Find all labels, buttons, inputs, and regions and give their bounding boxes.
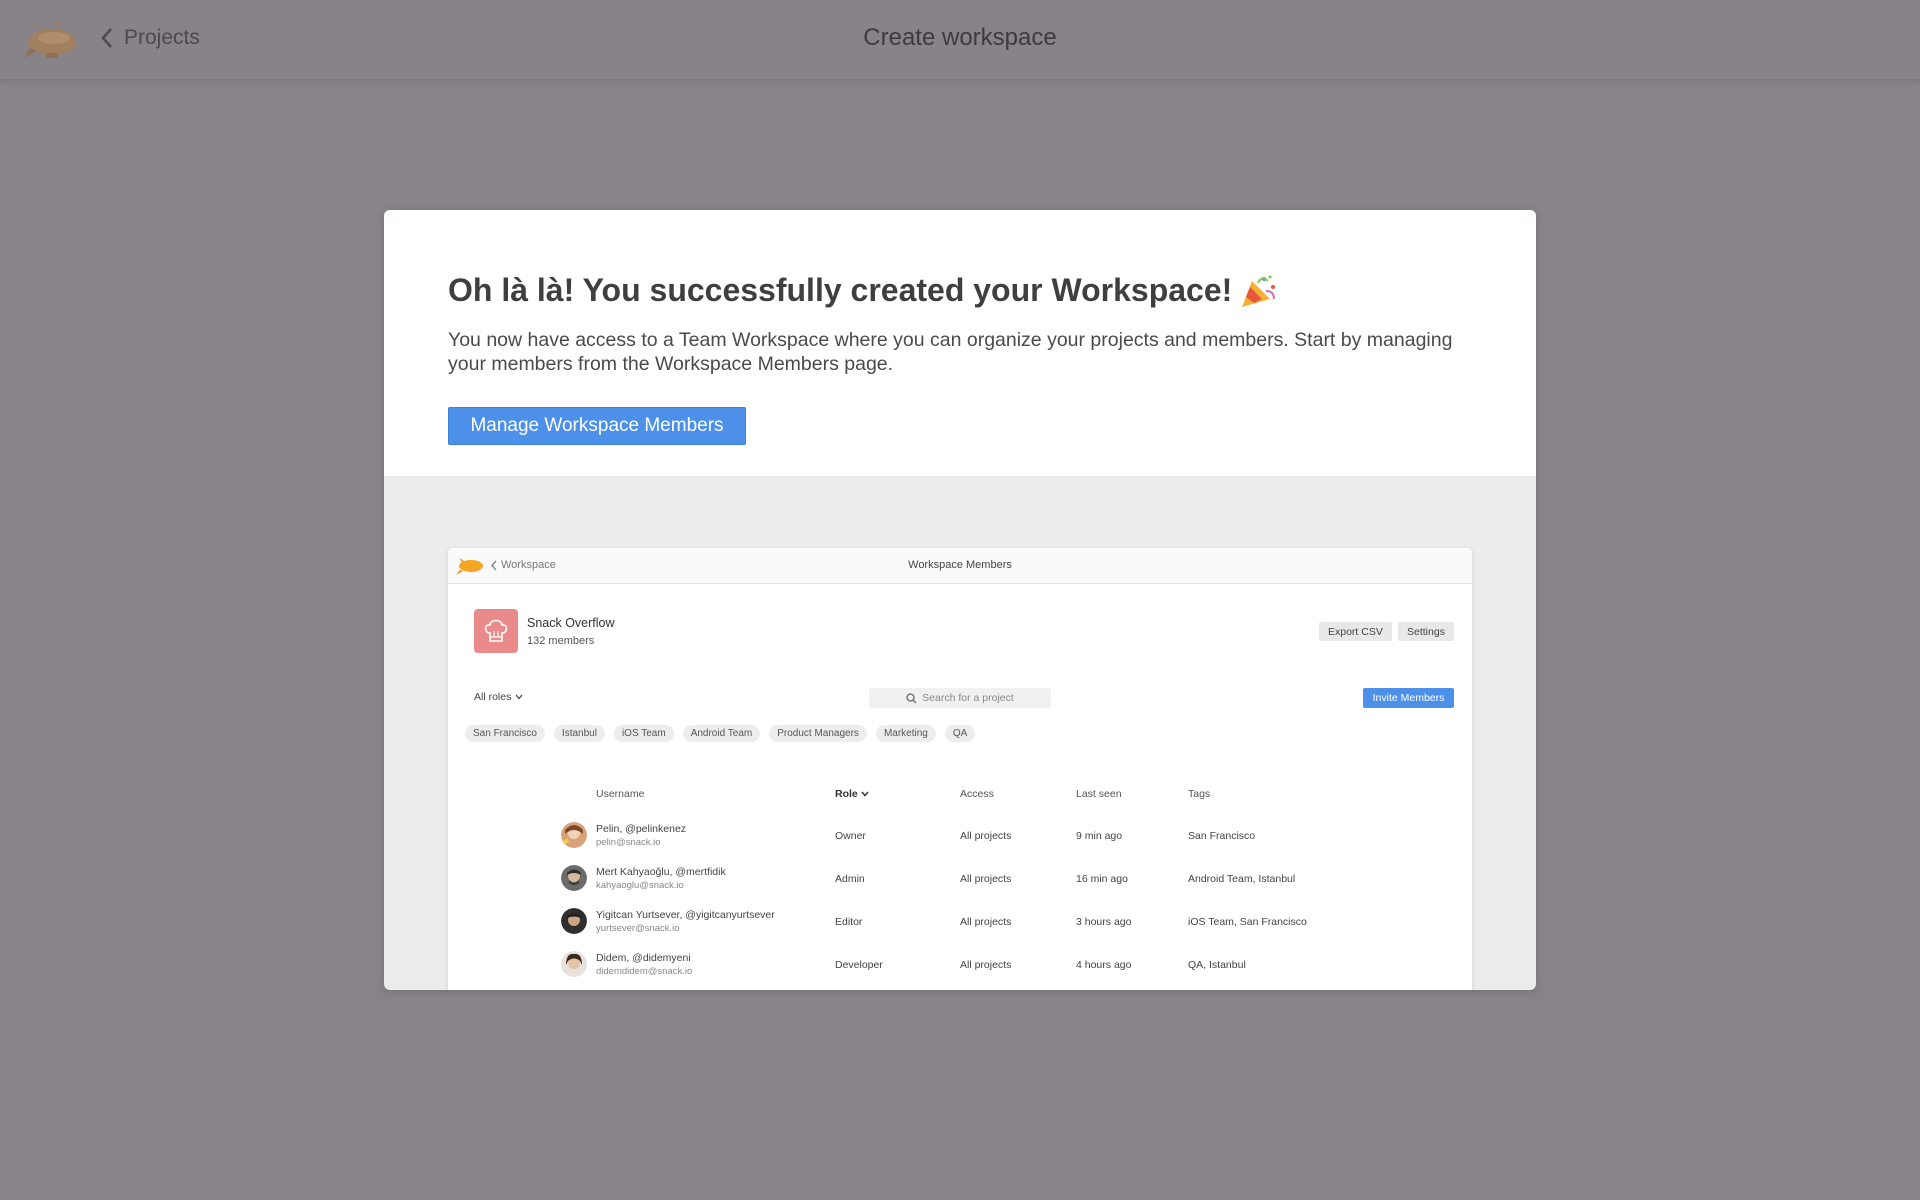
member-name: Yigitcan Yurtsever, @yigitcanyurtsever — [596, 909, 775, 921]
member-name: Didem, @didemyeni — [596, 952, 691, 964]
member-role: Admin — [835, 873, 865, 885]
chef-hat-icon — [484, 619, 508, 642]
org-member-count: 132 members — [527, 635, 595, 647]
member-access: All projects — [960, 916, 1012, 928]
org-name: Snack Overflow — [527, 616, 615, 630]
workspace-members-preview: Workspace Workspace Members Snack Overfl… — [448, 548, 1472, 990]
preview-title: Workspace Members — [908, 559, 1012, 571]
chevron-down-icon — [861, 791, 869, 797]
member-role: Owner — [835, 830, 866, 842]
member-tags: QA, Istanbul — [1188, 959, 1246, 971]
tag-chip: Product Managers — [769, 725, 867, 742]
tag-chip: San Francisco — [465, 725, 545, 742]
member-name: Mert Kahyaoğlu, @mertfidik — [596, 866, 726, 878]
member-last-seen: 16 min ago — [1076, 873, 1128, 885]
success-description: You now have access to a Team Workspace … — [448, 329, 1453, 375]
modal-header-section: Oh là là! You successfully created your … — [384, 210, 1536, 476]
member-last-seen: 3 hours ago — [1076, 916, 1132, 928]
member-last-seen: 4 hours ago — [1076, 959, 1132, 971]
tag-chip: Android Team — [682, 725, 761, 742]
tag-chip: Istanbul — [553, 725, 605, 742]
member-email: yurtsever@snack.io — [596, 923, 680, 934]
member-access: All projects — [960, 830, 1012, 842]
member-email: pelin@snack.io — [596, 837, 661, 848]
member-access: All projects — [960, 873, 1012, 885]
user-avatar — [561, 822, 587, 848]
member-tags: Android Team, Istanbul — [1188, 873, 1296, 885]
column-header-role: Role — [835, 788, 869, 800]
column-header-last-seen: Last seen — [1076, 788, 1122, 800]
member-access: All projects — [960, 959, 1012, 971]
table-row: Pelin, @pelinkenez pelin@snack.io Owner … — [448, 816, 1472, 856]
user-avatar — [561, 951, 587, 977]
column-header-username: Username — [596, 788, 645, 800]
column-header-tags: Tags — [1188, 788, 1211, 800]
invite-members-button: Invite Members — [1363, 688, 1454, 708]
search-placeholder: Search for a project — [922, 692, 1014, 704]
member-tags: San Francisco — [1188, 830, 1256, 842]
chevron-down-icon — [515, 694, 523, 700]
roles-filter-label: All roles — [474, 691, 512, 703]
manage-workspace-members-button[interactable]: Manage Workspace Members — [448, 407, 746, 445]
tag-chip: QA — [944, 725, 976, 742]
member-email: didemdidem@snack.io — [596, 966, 693, 977]
user-avatar — [561, 908, 587, 934]
role-header-label: Role — [835, 788, 858, 800]
member-role: Editor — [835, 916, 863, 928]
party-popper-icon — [1242, 275, 1276, 307]
table-row: Didem, @didemyeni didemdidem@snack.io De… — [448, 945, 1472, 985]
table-row: Mert Kahyaoğlu, @mertfidik kahyaoglu@sna… — [448, 859, 1472, 899]
success-modal: Oh là là! You successfully created your … — [384, 210, 1536, 990]
tag-filter-list: San Francisco Istanbul iOS Team Android … — [465, 725, 976, 742]
tag-chip: iOS Team — [613, 725, 674, 742]
tag-chip: Marketing — [875, 725, 936, 742]
member-role: Developer — [835, 959, 883, 971]
preview-search-input: Search for a project — [869, 688, 1051, 708]
export-csv-button: Export CSV — [1319, 622, 1392, 641]
headline-text: Oh là là! You successfully created your … — [448, 272, 1233, 308]
user-avatar — [561, 865, 587, 891]
search-icon — [906, 692, 917, 703]
roles-filter: All roles — [474, 691, 523, 703]
member-name: Pelin, @pelinkenez — [596, 823, 687, 835]
preview-top-bar: Workspace Workspace Members — [448, 548, 1472, 584]
column-header-access: Access — [960, 788, 994, 800]
member-tags: iOS Team, San Francisco — [1188, 916, 1307, 928]
settings-button: Settings — [1398, 622, 1454, 641]
table-row: Yigitcan Yurtsever, @yigitcanyurtsever y… — [448, 902, 1472, 942]
success-headline: Oh là là! You successfully created your … — [448, 272, 1278, 309]
member-last-seen: 9 min ago — [1076, 830, 1123, 842]
page-title: Create workspace — [863, 24, 1057, 51]
org-avatar — [474, 609, 518, 653]
top-bar: Projects Create workspace — [0, 0, 1920, 80]
member-email: kahyaoglu@snack.io — [596, 880, 684, 891]
